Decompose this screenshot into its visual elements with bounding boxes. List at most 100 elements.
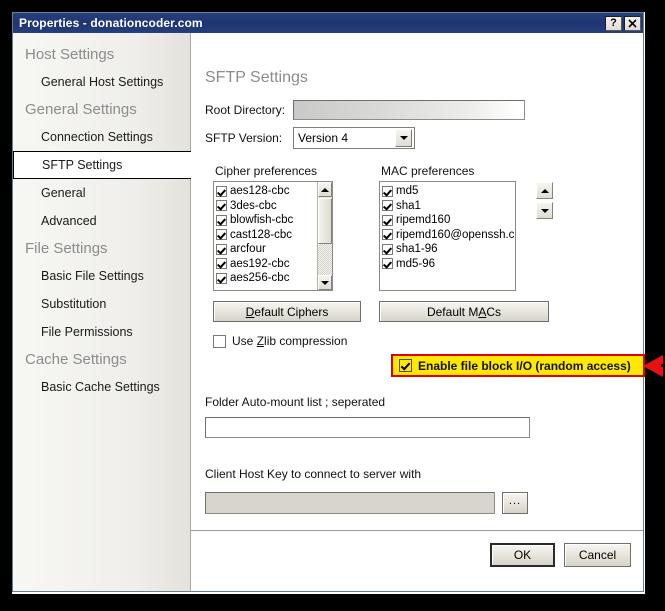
- sidebar-item-file-permissions[interactable]: File Permissions: [13, 318, 190, 346]
- page-title: SFTP Settings: [205, 69, 308, 86]
- properties-dialog: Properties - donationcoder.com ? Host Se…: [12, 12, 665, 592]
- list-item[interactable]: sha1-96: [382, 242, 515, 257]
- mac-preferences-label: MAC preferences: [381, 164, 475, 178]
- chevron-down-icon[interactable]: [395, 129, 412, 147]
- cipher-list-items: aes128-cbc 3des-cbc blowfish-cbc cast128…: [214, 182, 317, 290]
- help-icon[interactable]: ?: [605, 15, 622, 31]
- settings-sidebar: Host Settings General Host Settings Gene…: [13, 33, 191, 591]
- checkbox-icon[interactable]: [382, 214, 393, 226]
- cipher-preferences-list[interactable]: aes128-cbc 3des-cbc blowfish-cbc cast128…: [213, 181, 333, 291]
- footer-buttons: OK Cancel: [490, 543, 631, 567]
- host-key-browse-label: ...: [508, 494, 522, 507]
- checkbox-icon[interactable]: [216, 200, 227, 212]
- host-key-label: Client Host Key to connect to server wit…: [205, 467, 422, 481]
- close-icon[interactable]: [624, 15, 641, 31]
- sidebar-header-cache-settings: Cache Settings: [25, 351, 127, 368]
- cipher-move-down-icon[interactable]: [536, 202, 553, 219]
- footer-divider: [191, 530, 643, 531]
- list-item-label: md5-96: [396, 257, 435, 270]
- list-item[interactable]: cast128-cbc: [216, 228, 317, 243]
- cancel-button[interactable]: Cancel: [564, 543, 631, 567]
- root-directory-row: Root Directory:: [205, 100, 525, 120]
- mac-preferences-list[interactable]: md5 sha1 ripemd160 ripemd160@openssh.c s…: [379, 181, 516, 291]
- block-io-label: Enable file block I/O (random access): [418, 358, 631, 373]
- ok-button[interactable]: OK: [490, 543, 555, 567]
- list-item-label: ripemd160: [396, 214, 451, 227]
- cipher-move-up-icon[interactable]: [536, 182, 553, 199]
- list-item[interactable]: md5-96: [382, 257, 515, 272]
- default-ciphers-button[interactable]: Default Ciphers: [213, 301, 361, 322]
- sftp-version-row: SFTP Version: Version 4: [205, 127, 415, 149]
- sidebar-item-general-host-settings[interactable]: General Host Settings: [13, 68, 190, 96]
- sidebar-item-connection-settings[interactable]: Connection Settings: [13, 123, 190, 151]
- sidebar-header-file-settings: File Settings: [25, 240, 108, 257]
- list-item[interactable]: aes128-cbc: [216, 184, 317, 199]
- list-item-label: ripemd160@openssh.c: [396, 228, 515, 241]
- list-item-label: 3des-cbc: [230, 199, 277, 212]
- list-item[interactable]: sha1: [382, 199, 515, 214]
- default-ciphers-label: Default Ciphers: [245, 304, 329, 319]
- zlib-compression-label: Use Zlib compression: [232, 334, 348, 348]
- list-item[interactable]: blowfish-cbc: [216, 213, 317, 228]
- sftp-version-value: Version 4: [298, 131, 349, 145]
- block-io-checkbox[interactable]: Enable file block I/O (random access): [391, 354, 645, 377]
- host-key-input[interactable]: [205, 492, 495, 514]
- sidebar-item-advanced[interactable]: Advanced: [13, 207, 190, 235]
- list-item-label: cast128-cbc: [230, 228, 293, 241]
- list-item-label: aes256-cbc: [230, 272, 290, 285]
- checkbox-icon[interactable]: [382, 200, 393, 212]
- title-bar: Properties - donationcoder.com ?: [13, 13, 643, 33]
- checkbox-icon[interactable]: [216, 185, 227, 197]
- list-item-label: blowfish-cbc: [230, 214, 294, 227]
- list-item-label: aes128-cbc: [230, 185, 290, 198]
- dialog-body: Host Settings General Host Settings Gene…: [13, 33, 665, 591]
- sidebar-item-substitution[interactable]: Substitution: [13, 290, 190, 318]
- checkbox-icon[interactable]: [382, 243, 393, 255]
- list-item[interactable]: ripemd160: [382, 213, 515, 228]
- list-item[interactable]: arcfour: [216, 242, 317, 257]
- cipher-preferences-label: Cipher preferences: [215, 164, 318, 178]
- list-item-label: md5: [396, 185, 419, 198]
- list-item[interactable]: aes256-cbc: [216, 271, 317, 286]
- scroll-up-icon[interactable]: [318, 182, 332, 197]
- scrollbar-thumb[interactable]: [318, 198, 332, 244]
- list-item[interactable]: ripemd160@openssh.c: [382, 228, 515, 243]
- checkbox-icon[interactable]: [216, 229, 227, 241]
- list-item[interactable]: aes192-cbc: [216, 257, 317, 272]
- scroll-down-icon[interactable]: [318, 275, 332, 290]
- default-macs-button[interactable]: Default MACs: [379, 301, 549, 322]
- checkbox-icon[interactable]: [382, 258, 393, 270]
- window-title: Properties - donationcoder.com: [19, 16, 203, 30]
- host-key-browse-button[interactable]: ...: [502, 492, 528, 514]
- sidebar-item-general[interactable]: General: [13, 179, 190, 207]
- default-macs-label: Default MACs: [426, 304, 502, 319]
- sftp-version-select[interactable]: Version 4: [293, 127, 415, 149]
- automount-input[interactable]: [205, 417, 530, 438]
- automount-label: Folder Auto-mount list ; seperated: [205, 395, 386, 409]
- scrollbar-track[interactable]: [318, 244, 332, 275]
- sidebar-header-host-settings: Host Settings: [25, 46, 115, 63]
- zlib-compression-checkbox[interactable]: Use Zlib compression: [213, 334, 347, 348]
- checkbox-icon[interactable]: [216, 243, 227, 255]
- list-item-label: arcfour: [230, 243, 266, 256]
- checkbox-icon[interactable]: [382, 229, 393, 241]
- sidebar-item-basic-file-settings[interactable]: Basic File Settings: [13, 262, 190, 290]
- cipher-list-scrollbar[interactable]: [317, 182, 332, 290]
- checkbox-icon[interactable]: [216, 258, 227, 270]
- root-directory-input[interactable]: [293, 100, 525, 120]
- checkbox-icon[interactable]: [216, 214, 227, 226]
- ok-button-label: OK: [513, 548, 532, 562]
- title-bar-buttons: ?: [605, 15, 641, 31]
- cancel-button-label: Cancel: [578, 548, 617, 562]
- list-item-label: sha1: [396, 199, 421, 212]
- checkbox-icon[interactable]: [382, 185, 393, 197]
- checkbox-icon[interactable]: [213, 334, 226, 348]
- mac-list-items: md5 sha1 ripemd160 ripemd160@openssh.c s…: [380, 182, 515, 290]
- list-item[interactable]: md5: [382, 184, 515, 199]
- checkbox-icon[interactable]: [216, 272, 227, 284]
- sidebar-item-sftp-settings[interactable]: SFTP Settings: [13, 151, 191, 179]
- checkbox-icon[interactable]: [399, 359, 412, 372]
- sidebar-item-basic-cache-settings[interactable]: Basic Cache Settings: [13, 373, 190, 401]
- list-item[interactable]: 3des-cbc: [216, 199, 317, 214]
- sidebar-header-general-settings: General Settings: [25, 101, 137, 118]
